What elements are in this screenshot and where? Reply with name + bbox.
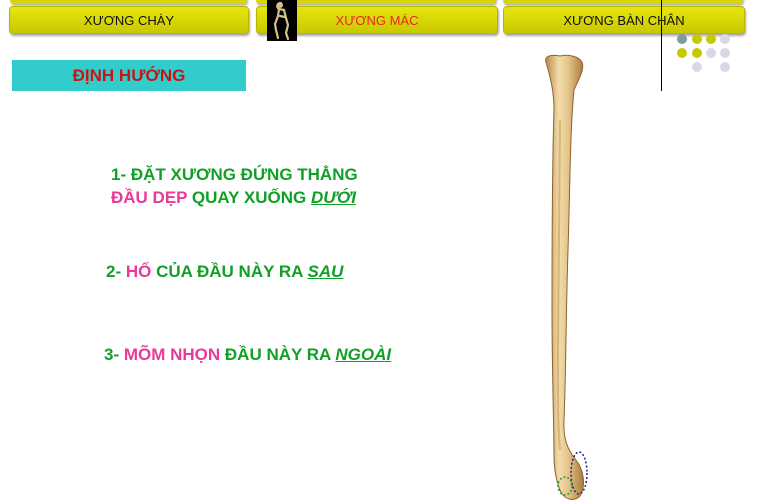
step-1-highlight: ĐẦU DẸP xyxy=(111,188,188,207)
nav-row-top-edge xyxy=(503,0,743,4)
step-1-emphasis: DƯỚI xyxy=(310,188,356,207)
nav-row-top-edge xyxy=(10,0,247,4)
step-2: 2- HỐ CỦA ĐẦU NÀY RA SAU xyxy=(106,262,343,282)
step-1-line-2: ĐẦU DẸP QUAY XUỐNG DƯỚI xyxy=(111,188,356,208)
tab-label: XƯƠNG MÁC xyxy=(335,12,419,28)
step-1-line-1: 1- ĐẶT XƯƠNG ĐỨNG THẲNG xyxy=(111,165,358,184)
step-3: 3- MÕM NHỌN ĐẦU NÀY RA NGOÀI xyxy=(104,345,391,365)
fibula-bone-image xyxy=(545,54,588,500)
heading-title: ĐỊNH HƯỚNG xyxy=(72,65,186,85)
step-1-text: QUAY XUỐNG xyxy=(187,188,311,207)
tab-xuong-chay[interactable]: XƯƠNG CHÀY xyxy=(9,6,249,34)
step-2-text: CỦA ĐẦU NÀY RA xyxy=(151,262,308,281)
step-3-number: 3- xyxy=(104,345,124,364)
tab-xuong-ban-chan[interactable]: XƯƠNG BÀN CHÂN xyxy=(503,6,745,34)
tab-label: XƯƠNG CHÀY xyxy=(83,12,175,28)
step-2-emphasis: SAU xyxy=(307,262,344,281)
step-2-number: 2- xyxy=(106,262,126,281)
step-2-highlight: HỐ xyxy=(125,262,152,281)
heading-box: ĐỊNH HƯỚNG xyxy=(12,60,246,91)
skeleton-thumbnail xyxy=(267,0,297,41)
step-3-emphasis: NGOÀI xyxy=(335,345,392,364)
tab-label: XƯƠNG BÀN CHÂN xyxy=(563,12,685,28)
step-3-text: ĐẦU NÀY RA xyxy=(220,345,336,364)
divider-line xyxy=(661,0,662,91)
step-3-highlight: MÕM NHỌN xyxy=(123,345,221,364)
